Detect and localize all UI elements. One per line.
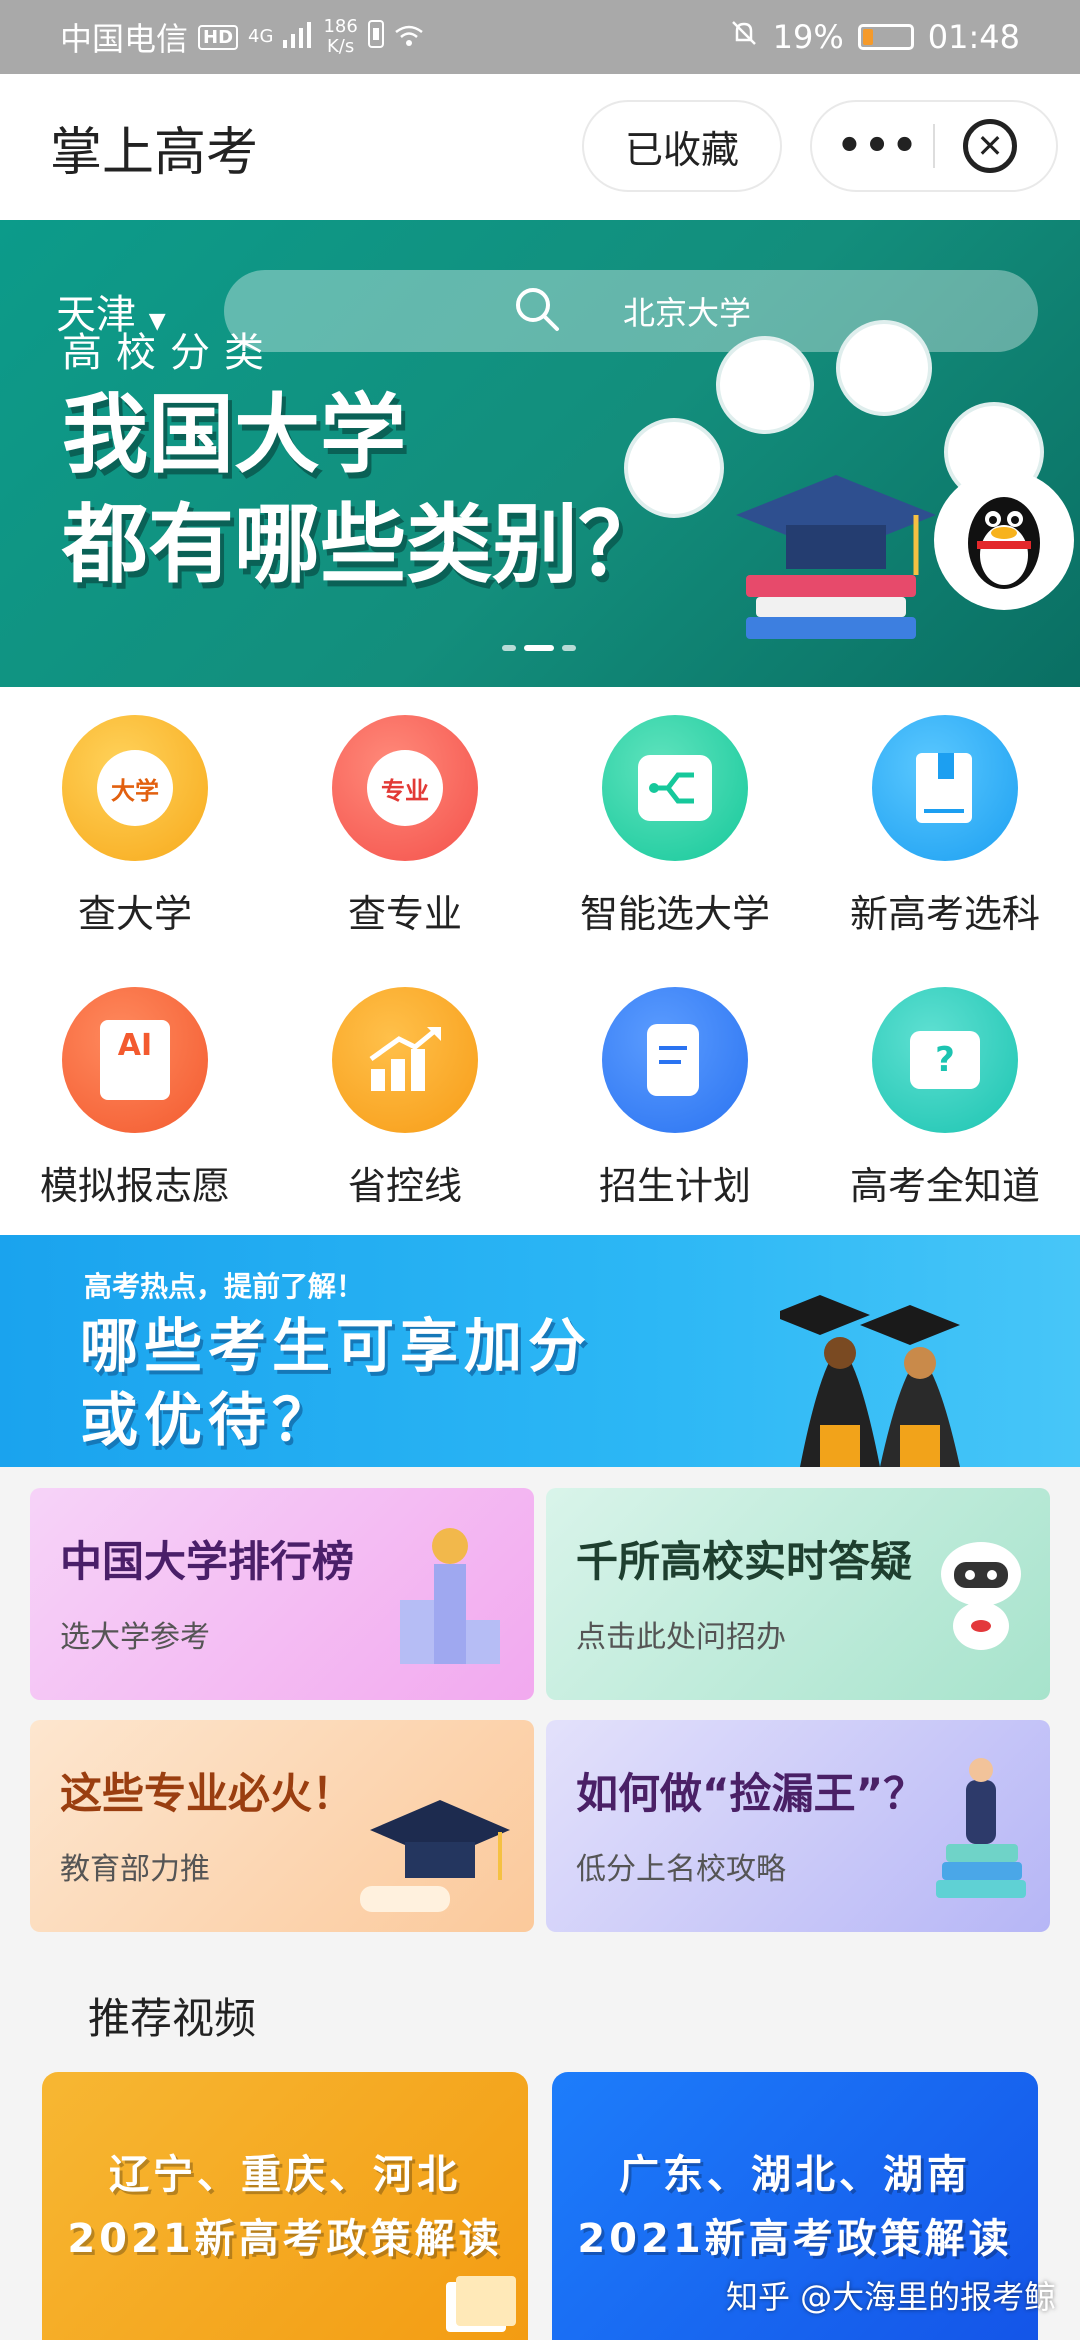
banner-headline: 我国大学 都有哪些类别？ [62,380,664,600]
grid-item-subject-selection[interactable]: 新高考选科 [810,715,1080,938]
page-title: 掌上高考 [50,122,259,183]
grid-item-label: 省控线 [347,1164,462,1208]
graduates-illustration [770,1275,1010,1467]
zhihu-watermark: 知乎 @大海里的报考鲸 [726,2278,1057,2316]
grid-item-label: 查大学 [77,892,192,936]
card-bargain-strategy[interactable]: 如何做“捡漏王”？ 低分上名校攻略 [546,1720,1050,1932]
grid-item-label: 查专业 [347,892,462,936]
card-title: 千所高校实时答疑 [576,1537,913,1586]
card-title: 中国大学排行榜 [60,1537,355,1586]
battery-icon [857,24,914,50]
grid-item-smart-select[interactable]: 智能选大学 [540,715,810,938]
books-graduate-icon [916,1740,1046,1932]
card-subtitle: 点击此处问招办 [576,1620,786,1655]
flask-icon [624,418,724,518]
major-icon-text: 专业 [367,750,443,826]
grid-item-control-line[interactable]: 省控线 [270,987,540,1210]
hero-banner[interactable]: 北京大学 天津 ▼ 高校分类 我国大学 都有哪些类别？ [0,220,1080,687]
score-line-chart-icon [332,987,478,1133]
carousel-indicator [502,645,576,651]
hd-badge: HD [198,24,239,50]
card-realtime-qa[interactable]: 千所高校实时答疑 点击此处问招办 [546,1488,1050,1700]
ai-icon-text: AI [100,1020,170,1100]
signal-icon [283,18,313,56]
miniapp-capsule: ••• ✕ [810,100,1058,192]
video-title-line1: 辽宁、重庆、河北 [109,2152,461,2198]
video-title-line2: 2021新高考政策解读 [577,2216,1013,2262]
grid-item-label: 新高考选科 [849,892,1040,936]
trophy-podium-icon [390,1524,510,1678]
card-subtitle: 选大学参考 [60,1620,210,1655]
feature-grid: 大学 查大学 专业 查专业 智能选大学 新高考选科 AI 模拟报志愿 省控线 招… [0,687,1080,1235]
promo-kicker: 高考热点，提前了解！ [84,1270,365,1303]
grid-item-enrollment-plan[interactable]: 招生计划 [540,987,810,1210]
battery-percent: 19% [772,18,844,56]
grid-item-gaokao-faq[interactable]: ? 高考全知道 [810,987,1080,1210]
promo-banner[interactable]: 高考热点，提前了解！ 哪些考生可享加分 或优待？ [0,1235,1080,1467]
robot-icon [926,1534,1036,1668]
ai-application-icon: AI [62,987,208,1133]
mortarboard-icon [360,1790,520,1924]
net-speed-value: 186 [323,16,358,37]
university-icon-text: 大学 [97,750,173,826]
carousel-dot [562,645,576,651]
video-card[interactable]: 辽宁、重庆、河北 2021新高考政策解读 [42,2072,528,2340]
question-chat-icon-text: ? [910,1031,980,1089]
carousel-dot [502,645,516,651]
compass-icon [716,336,814,434]
card-title: 如何做“捡漏王”？ [576,1769,926,1818]
carousel-dot-active [524,645,554,651]
grid-item-label: 高考全知道 [849,1164,1040,1208]
card-subtitle: 低分上名校攻略 [576,1852,786,1887]
close-button[interactable]: ✕ [935,119,1045,173]
major-icon: 专业 [332,715,478,861]
net-speed: 186 K/s [323,17,357,57]
card-university-ranking[interactable]: 中国大学排行榜 选大学参考 [30,1488,534,1700]
net-speed-unit: K/s [326,36,355,57]
grid-item-find-major[interactable]: 专业 查专业 [270,715,540,938]
card-hot-majors[interactable]: 这些专业必火！ 教育部力推 [30,1720,534,1932]
promo-headline-line1: 哪些考生可享加分 [80,1312,593,1380]
status-bar: 中国电信 HD 4G 186 K/s 19% 01:48 [0,0,1080,74]
book-icon [872,715,1018,861]
grid-item-find-university[interactable]: 大学 查大学 [0,715,270,938]
video-title-line2: 2021新高考政策解读 [67,2216,503,2262]
clock: 01:48 [927,18,1020,56]
banner-headline-line2: 都有哪些类别？ [62,495,664,595]
search-placeholder: 北京大学 [622,294,751,332]
grid-item-label: 模拟报志愿 [39,1164,230,1208]
section-title-videos: 推荐视频 [88,1994,257,2043]
question-chat-icon: ? [872,987,1018,1133]
smart-select-icon [602,715,748,861]
carrier-label: 中国电信 [60,20,189,58]
card-subtitle: 教育部力推 [60,1852,210,1887]
wifi-icon [394,18,424,56]
banner-headline-line1: 我国大学 [62,385,406,485]
more-options-button[interactable]: ••• [823,123,933,169]
qq-penguin-icon[interactable] [934,470,1074,610]
promo-headline: 哪些考生可享加分 或优待？ [80,1309,592,1457]
mute-bell-icon [729,18,759,56]
favorited-button[interactable]: 已收藏 [582,100,782,192]
card-title: 这些专业必火！ [60,1769,355,1818]
banner-tagline: 高校分类 [62,330,278,376]
graduation-cap-icon [726,465,946,649]
documents-illustration [442,2272,522,2340]
university-icon: 大学 [62,715,208,861]
promo-headline-line2: 或优待？ [80,1386,337,1454]
plan-scroll-icon [602,987,748,1133]
search-icon [511,283,563,339]
microscope-icon [836,320,932,416]
close-icon: ✕ [963,119,1017,173]
grid-item-label: 招生计划 [598,1164,751,1208]
sim-icon [367,18,384,56]
network-badge: 4G [248,26,274,47]
video-title-line1: 广东、湖北、湖南 [619,2152,971,2198]
grid-item-label: 智能选大学 [579,892,770,936]
grid-item-mock-application[interactable]: AI 模拟报志愿 [0,987,270,1210]
